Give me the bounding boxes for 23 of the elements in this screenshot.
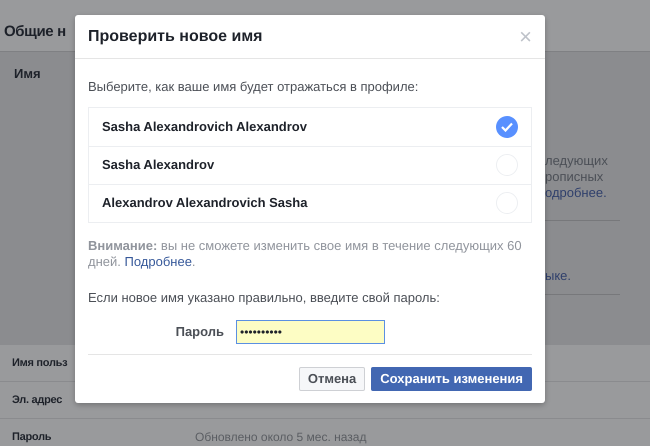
save-button[interactable]: Сохранить изменения	[371, 367, 532, 391]
password-label: Пароль	[174, 323, 225, 342]
setting-label: Эл. адрес	[12, 392, 64, 408]
setting-value: Обновлено около 5 мес. назад	[195, 429, 366, 446]
warning-text: Внимание: вы не сможете изменить свое имя в течение следующих 60 дней. Подробнее.	[88, 238, 523, 270]
page-title: Общие н	[4, 22, 66, 42]
setting-label: Имя польз	[12, 356, 68, 371]
more-link[interactable]: Подробнее	[124, 254, 192, 268]
cancel-button[interactable]: Отмена	[298, 367, 366, 391]
prompt-text: Выберите, как ваше имя будет отражаться в профиле:	[88, 78, 420, 96]
description-text: ледующих	[545, 153, 609, 169]
password-field[interactable]: ••••••••••	[236, 320, 385, 344]
password-prompt: Если новое имя указано правильно, введите свой пароль:	[88, 288, 441, 307]
description-text: ыке.	[545, 268, 572, 284]
checkmark-icon	[501, 122, 513, 132]
name-option[interactable]: Sasha Alexandrovich Alexandrov	[89, 108, 531, 146]
setting-label: Пароль	[12, 430, 52, 445]
radio-check[interactable]	[496, 116, 518, 138]
description-text: рописных	[545, 169, 604, 185]
setting-label: Имя	[14, 66, 41, 81]
dialog-title: Проверить новое имя	[88, 26, 262, 46]
name-option[interactable]: Alexandrov Alexandrovich Sasha	[89, 184, 531, 222]
name-option[interactable]: Sasha Alexandrov	[89, 146, 531, 184]
